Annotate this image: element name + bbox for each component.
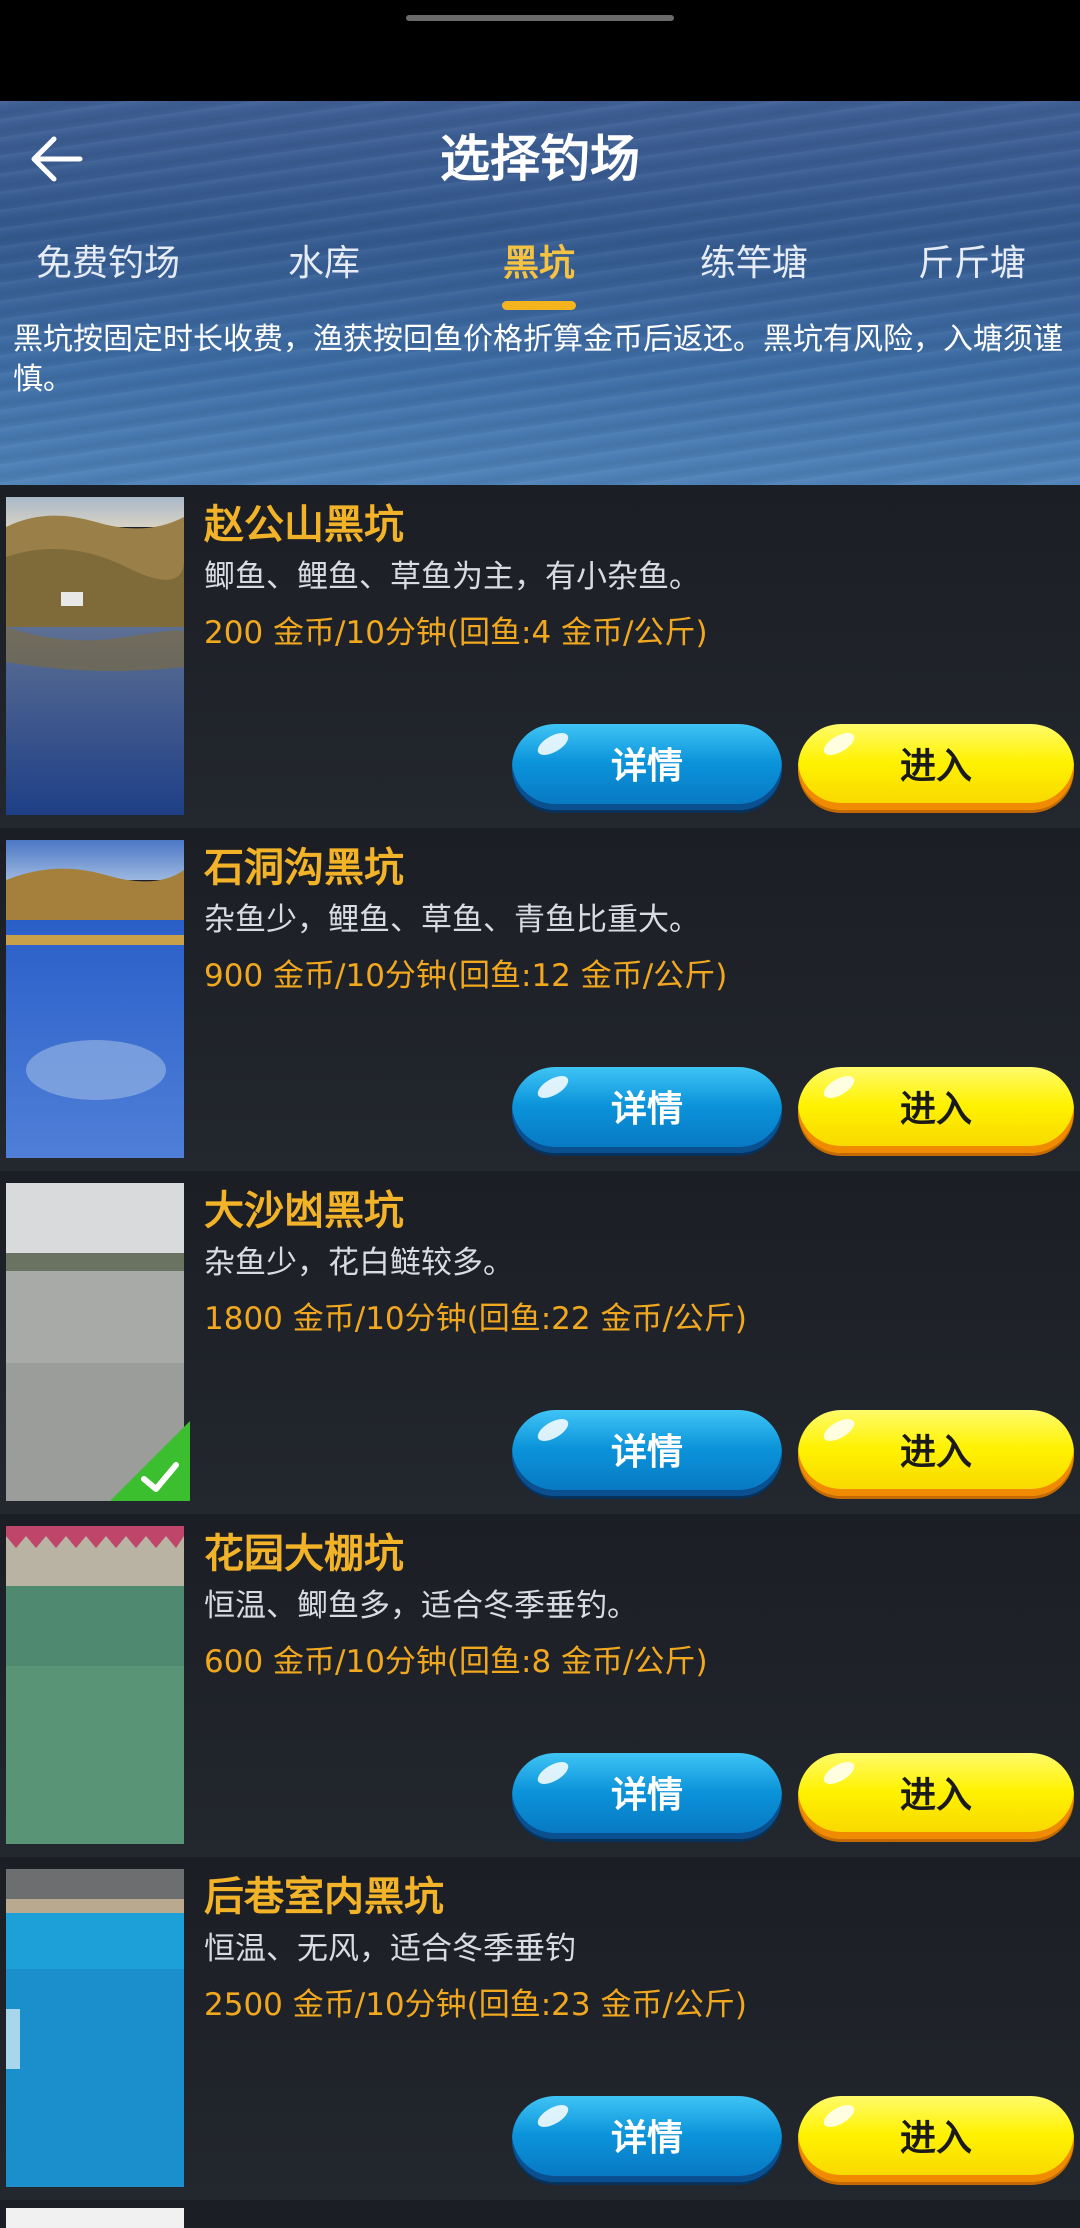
tab-weight-pond[interactable]: 斤斤塘 <box>918 229 1026 299</box>
venue-description: 恒温、无风，适合冬季垂钓 <box>204 1931 576 1967</box>
tab-practice-pond[interactable]: 练竿塘 <box>700 229 808 299</box>
venue-thumbnail[interactable] <box>6 1183 190 1501</box>
detail-button[interactable]: 详情 <box>512 1410 782 1496</box>
venue-price: 2500 金币/10分钟(回鱼:23 金币/公斤) <box>204 1987 748 2023</box>
detail-button[interactable]: 详情 <box>512 724 782 810</box>
venue-thumbnail[interactable] <box>6 1526 184 1844</box>
venue-thumbnail[interactable] <box>6 497 184 815</box>
enter-button[interactable]: 进入 <box>798 1067 1074 1153</box>
venue-description: 杂鱼少，花白鲢较多。 <box>204 1245 514 1281</box>
enter-button[interactable]: 进入 <box>798 2096 1074 2182</box>
venue-name: 大沙凼黑坑 <box>204 1188 404 1234</box>
venue-thumbnail[interactable] <box>6 840 184 1158</box>
venue-card: 后巷室内黑坑 恒温、无风，适合冬季垂钓 2500 金币/10分钟(回鱼:23 金… <box>0 1857 1080 2201</box>
tab-free[interactable]: 免费钓场 <box>36 229 180 299</box>
header: 选择钓场 免费钓场 水库 黑坑 练竿塘 斤斤塘 黑坑按固定时长收费，渔获按回鱼价… <box>0 101 1080 485</box>
detail-button[interactable]: 详情 <box>512 2096 782 2182</box>
venue-name: 石洞沟黑坑 <box>204 845 404 891</box>
tab-reservoir[interactable]: 水库 <box>288 229 360 299</box>
venue-card: 赵公山黑坑 鲫鱼、鲤鱼、草鱼为主，有小杂鱼。 200 金币/10分钟(回鱼:4 … <box>0 485 1080 829</box>
venue-description: 鲫鱼、鲤鱼、草鱼为主，有小杂鱼。 <box>204 559 700 595</box>
venue-description: 恒温、鲫鱼多，适合冬季垂钓。 <box>204 1588 638 1624</box>
venue-name: 赵公山黑坑 <box>204 502 404 548</box>
venue-price: 600 金币/10分钟(回鱼:8 金币/公斤) <box>204 1644 708 1680</box>
venue-card: 大沙凼黑坑 杂鱼少，花白鲢较多。 1800 金币/10分钟(回鱼:22 金币/公… <box>0 1171 1080 1515</box>
page-title: 选择钓场 <box>440 130 640 188</box>
selected-check-icon <box>110 1421 190 1501</box>
venue-card-partial <box>0 2200 1080 2228</box>
venue-card: 石洞沟黑坑 杂鱼少，鲤鱼、草鱼、青鱼比重大。 900 金币/10分钟(回鱼:12… <box>0 828 1080 1172</box>
venue-price: 200 金币/10分钟(回鱼:4 金币/公斤) <box>204 615 708 651</box>
gesture-pill <box>406 15 674 21</box>
venue-thumbnail[interactable] <box>6 2208 184 2228</box>
venue-thumbnail[interactable] <box>6 1869 184 2187</box>
detail-button[interactable]: 详情 <box>512 1753 782 1839</box>
tab-bar: 免费钓场 水库 黑坑 练竿塘 斤斤塘 <box>0 229 1080 309</box>
venue-price: 900 金币/10分钟(回鱼:12 金币/公斤) <box>204 958 728 994</box>
status-bar <box>0 0 1080 101</box>
venue-card: 花园大棚坑 恒温、鲫鱼多，适合冬季垂钓。 600 金币/10分钟(回鱼:8 金币… <box>0 1514 1080 1858</box>
enter-button[interactable]: 进入 <box>798 724 1074 810</box>
detail-button[interactable]: 详情 <box>512 1067 782 1153</box>
enter-button[interactable]: 进入 <box>798 1410 1074 1496</box>
tab-black-pit[interactable]: 黑坑 <box>503 229 575 299</box>
notice-text: 黑坑按固定时长收费，渔获按回鱼价格折算金币后返还。黑坑有风险，入塘须谨慎。 <box>13 322 1063 397</box>
venue-price: 1800 金币/10分钟(回鱼:22 金币/公斤) <box>204 1301 748 1337</box>
enter-button[interactable]: 进入 <box>798 1753 1074 1839</box>
venue-description: 杂鱼少，鲤鱼、草鱼、青鱼比重大。 <box>204 902 700 938</box>
venue-name: 后巷室内黑坑 <box>204 1874 444 1920</box>
venue-name: 花园大棚坑 <box>204 1531 404 1577</box>
venue-list: 赵公山黑坑 鲫鱼、鲤鱼、草鱼为主，有小杂鱼。 200 金币/10分钟(回鱼:4 … <box>0 485 1080 2228</box>
active-tab-indicator <box>502 301 576 310</box>
